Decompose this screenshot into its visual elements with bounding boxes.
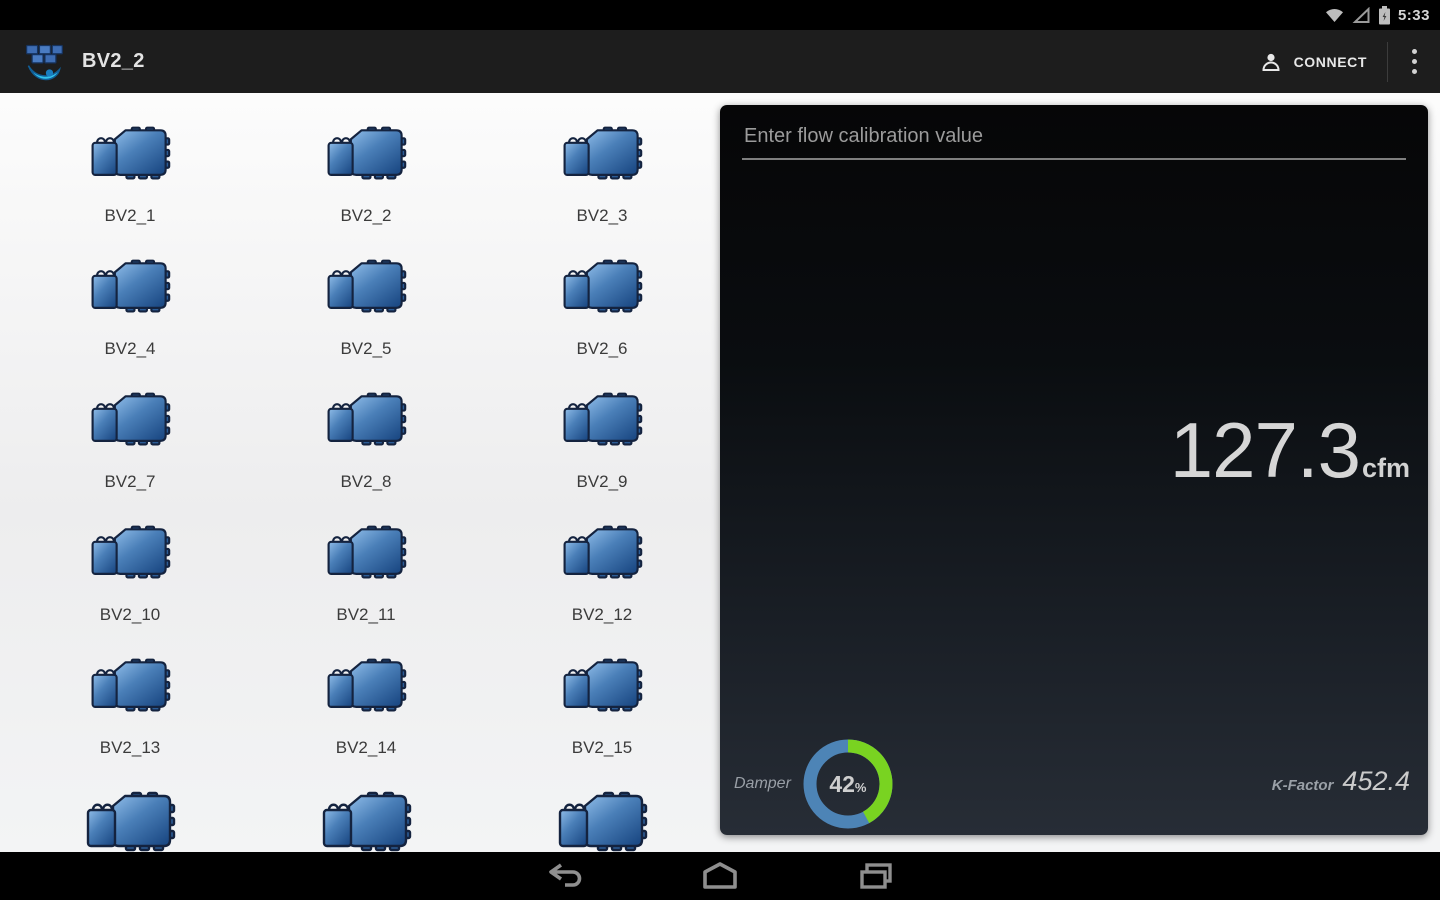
device-label: BV2_3 [576,206,628,225]
status-time: 5:33 [1397,6,1430,24]
device-label: BV2_13 [99,738,161,757]
flow-value: 127.3 [1169,406,1361,494]
device-item[interactable]: BV2_9 [484,359,720,492]
device-icon [322,791,412,852]
kfactor: K-Factor 452.4 [1272,766,1410,797]
device-icon [563,392,643,446]
device-item[interactable] [484,758,720,852]
device-label: BV2_8 [340,472,392,491]
device-label: BV2_14 [335,738,397,757]
flow-reading: 127.3 cfm [1170,405,1410,496]
device-item[interactable] [12,758,248,852]
damper-row: Damper 42% [734,737,895,831]
damper-gauge: 42% [801,737,895,831]
home-icon [703,862,737,889]
kfactor-label: K-Factor [1271,777,1334,794]
flow-input-wrap [742,121,1406,160]
device-icon [563,525,643,579]
device-label: BV2_6 [576,339,628,358]
content-area: BV2_1 BV2_2 BV2_3 BV2_4 BV2_5 BV2_6 BV2_… [0,93,1440,852]
device-label: BV2_5 [340,339,392,358]
home-button[interactable] [696,856,744,896]
damper-label: Damper [734,775,791,792]
flow-unit: cfm [1361,453,1410,483]
device-icon [327,392,407,446]
device-item[interactable]: BV2_15 [484,625,720,758]
nav-bar [0,852,1440,900]
device-icon [327,658,407,712]
status-bar: 5:33 [0,0,1440,30]
device-item[interactable]: BV2_13 [12,625,248,758]
device-icon [327,259,407,313]
back-button[interactable] [540,856,588,896]
device-icon [327,126,407,180]
flow-calibration-input[interactable] [742,121,1406,160]
device-label: BV2_4 [104,339,156,358]
app-bar: BV2_2 CONNECT [0,30,1440,93]
back-icon [549,863,582,887]
device-icon [327,525,407,579]
wifi-icon [1325,9,1343,22]
connect-label: CONNECT [1293,53,1367,70]
device-item[interactable]: BV2_10 [12,492,248,625]
device-item[interactable]: BV2_6 [484,226,720,359]
person-icon [1262,53,1280,71]
device-item[interactable]: BV2_3 [484,93,720,226]
device-label: BV2_2 [340,206,392,225]
device-icon [563,126,643,180]
device-item[interactable]: BV2_14 [248,625,484,758]
battery-icon [1378,5,1390,24]
device-label: BV2_7 [104,472,156,491]
device-label: BV2_12 [571,605,633,624]
device-item[interactable]: BV2_5 [248,226,484,359]
damper-percent: 42% [829,770,867,797]
device-icon [91,126,171,180]
device-icon [91,658,171,712]
device-label: BV2_15 [571,738,633,757]
device-item[interactable]: BV2_1 [12,93,248,226]
device-grid: BV2_1 BV2_2 BV2_3 BV2_4 BV2_5 BV2_6 BV2_… [12,93,720,852]
recents-button[interactable] [852,856,900,896]
device-icon [91,392,171,446]
page-title: BV2_2 [82,50,145,72]
signal-icon [1352,6,1370,23]
app-logo [25,44,63,80]
recents-icon [860,863,892,889]
device-label: BV2_10 [99,605,161,624]
device-item[interactable]: BV2_8 [248,359,484,492]
device-item[interactable]: BV2_4 [12,226,248,359]
device-icon [563,259,643,313]
device-item[interactable]: BV2_11 [248,492,484,625]
overflow-menu-button[interactable] [1388,30,1440,93]
device-icon [558,791,648,852]
device-item[interactable]: BV2_12 [484,492,720,625]
calibration-panel: 127.3 cfm Damper 42% K-Factor 452.4 [720,105,1428,835]
screen: 5:33 BV2_2 CONNECT BV2_1 BV2_2 BV2_3 BV2… [0,0,1440,900]
device-item[interactable]: BV2_7 [12,359,248,492]
device-icon [563,658,643,712]
device-label: BV2_11 [336,605,396,624]
device-item[interactable] [248,758,484,852]
device-label: BV2_9 [576,472,628,491]
device-label: BV2_1 [104,206,156,225]
device-icon [91,525,171,579]
overflow-menu-icon [1411,49,1417,54]
connect-button[interactable]: CONNECT [1239,30,1387,93]
device-item[interactable]: BV2_2 [248,93,484,226]
device-icon [91,259,171,313]
device-icon [86,791,176,852]
kfactor-value: 452.4 [1342,766,1410,796]
